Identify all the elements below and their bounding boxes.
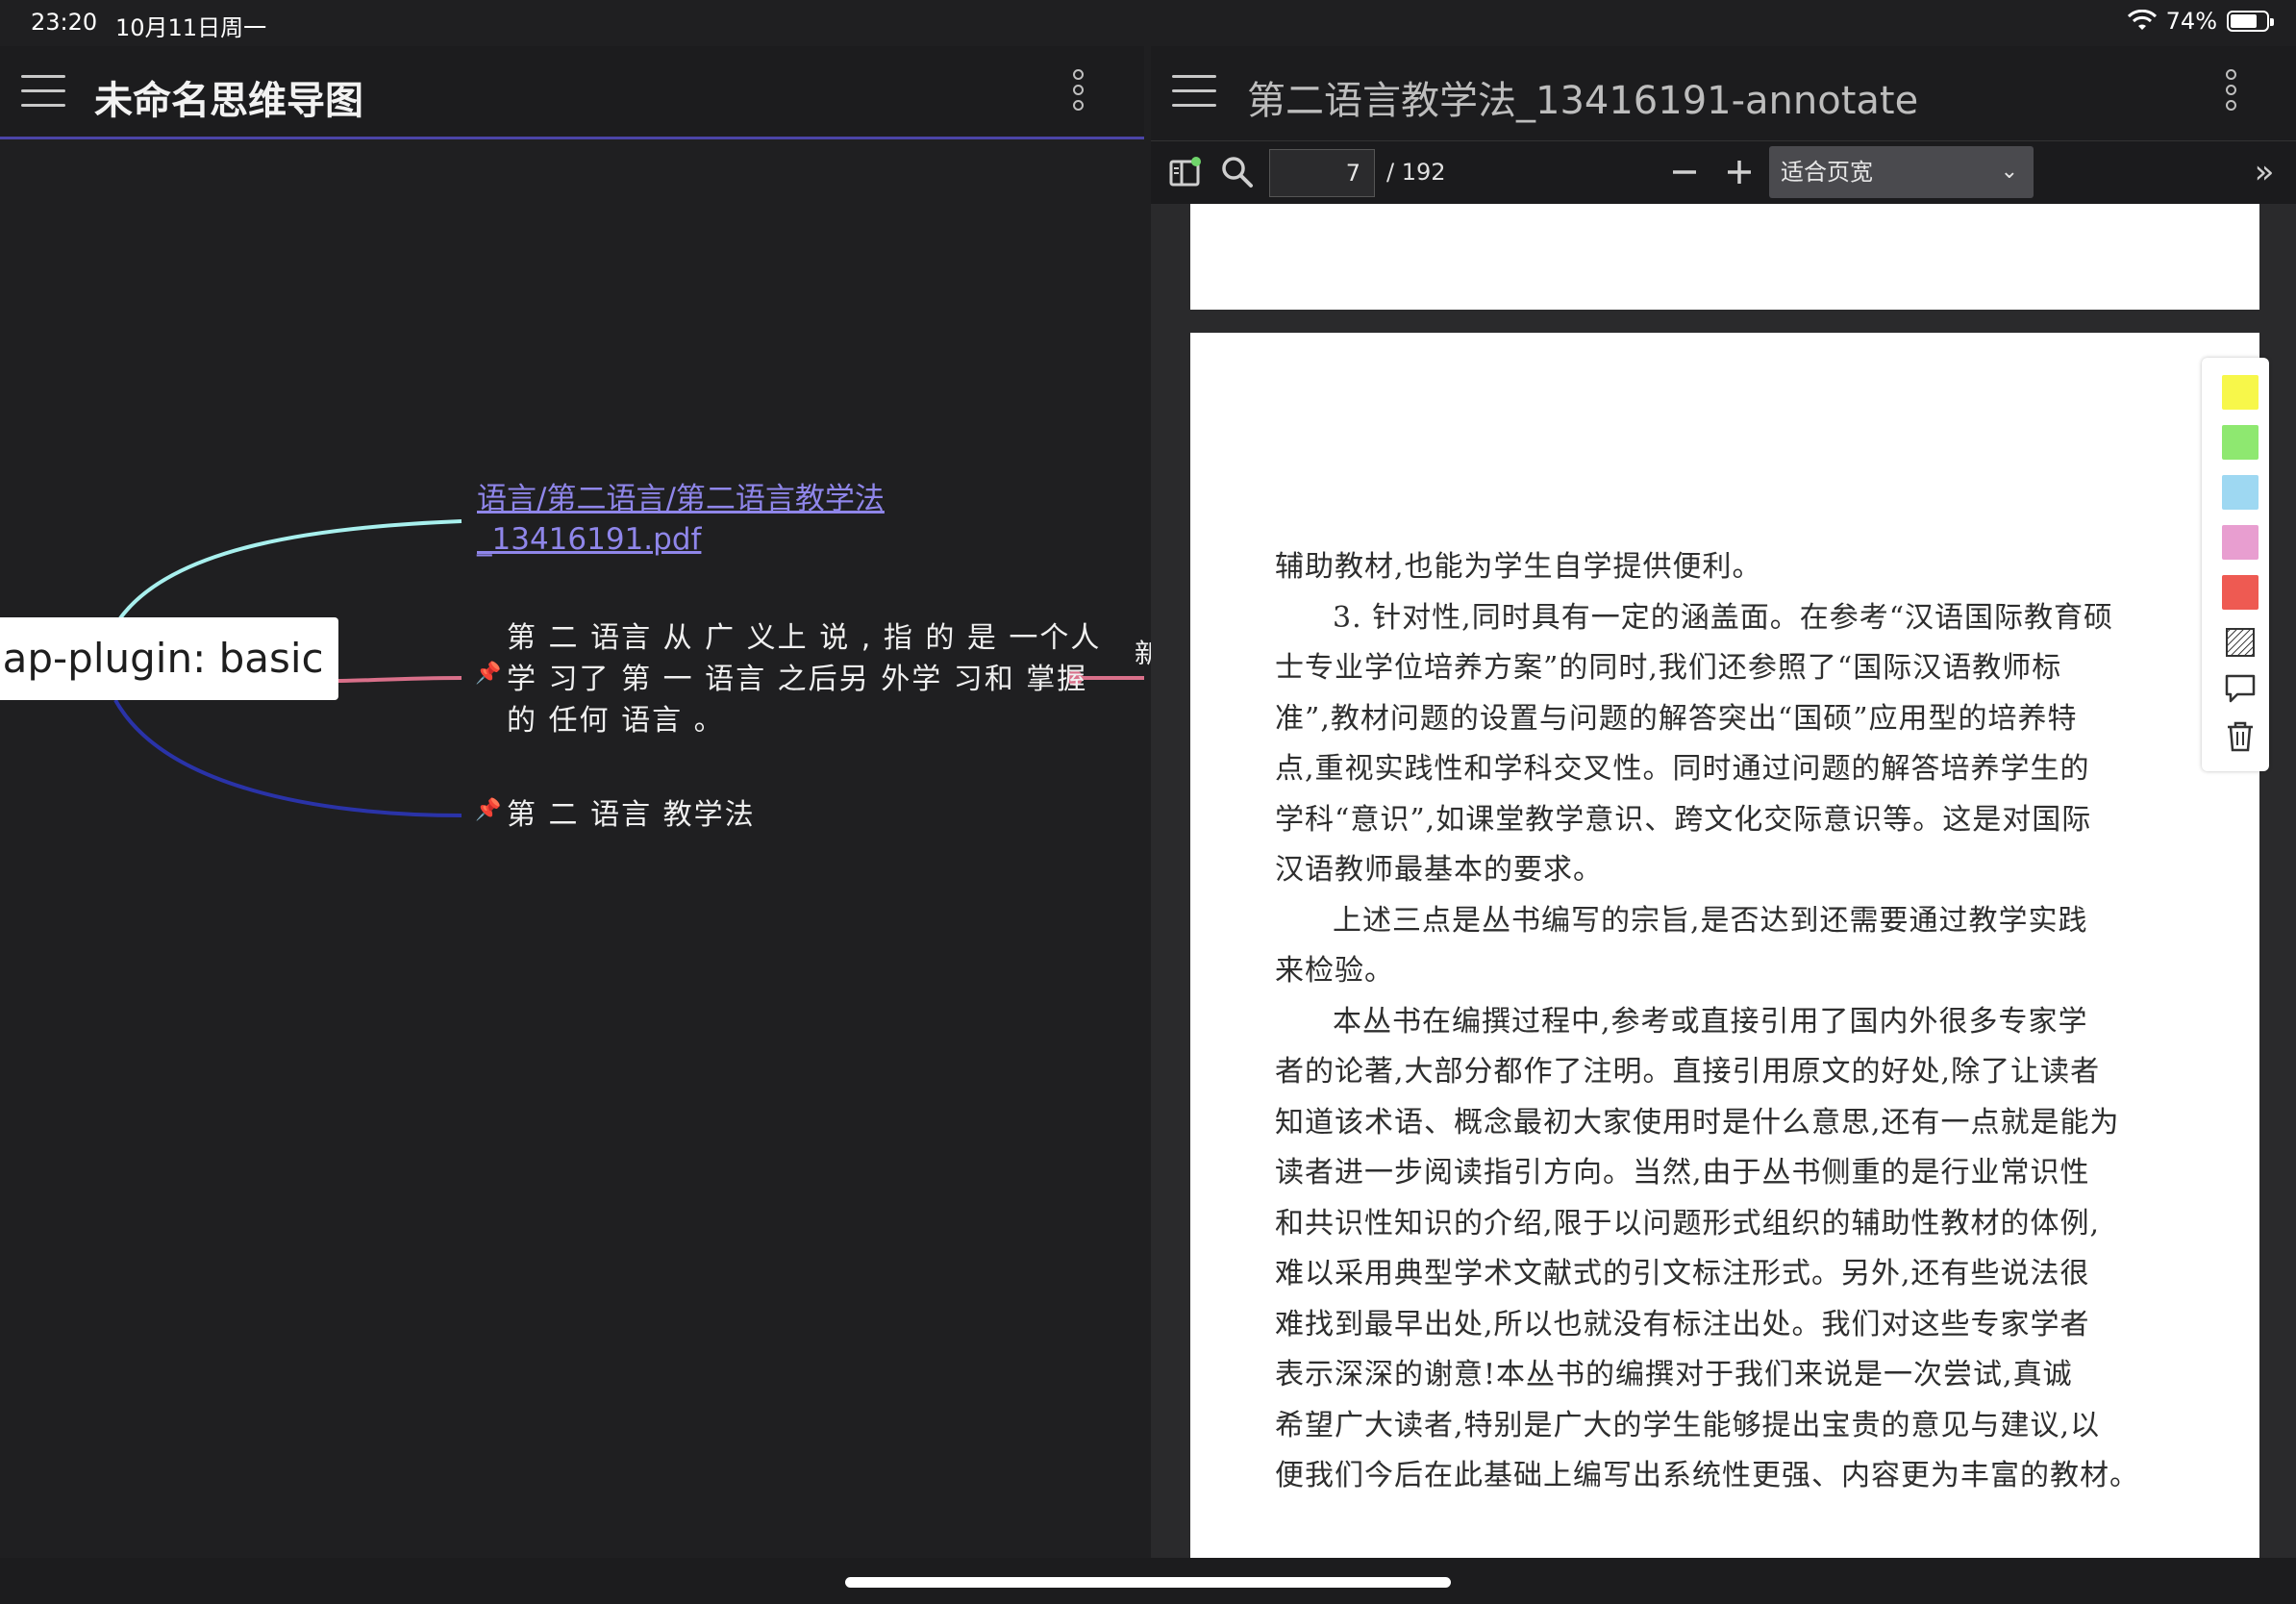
page-text-line: 辅助教材,也能为学生自学提供便利。 (1275, 550, 1762, 584)
pdf-page-text: 辅助教材,也能为学生自学提供便利。 3. 针对性,同时具有一定的涵盖面。在参考“汉… (1275, 542, 2139, 1502)
page-text-line: 难找到最早出处,所以也就没有标注出处。我们对这些专家学者 (1275, 1307, 2090, 1341)
battery-percent: 74% (2165, 8, 2217, 35)
page-text-line: 表示深深的谢意!本丛书的编撰对于我们来说是一次尝试,真诚 (1275, 1358, 2073, 1391)
page-text-line: 点,重视实践性和学科交叉性。同时通过问题的解答培养学生的 (1275, 752, 2090, 786)
double-chevron-right-icon[interactable]: » (2245, 151, 2284, 193)
wifi-icon (2127, 10, 2157, 30)
zoom-out-icon[interactable] (1665, 151, 1704, 193)
mindmap-header: 未命名思维导图 (0, 46, 1144, 139)
mindmap-pane: 未命名思维导图 nap-plugin: basic 语言/第二语言/第二语言教学… (0, 46, 1161, 1558)
link-node[interactable]: 语言/第二语言/第二语言教学法 _13416191.pdf (477, 479, 885, 560)
mindmap-title: 未命名思维导图 (94, 79, 363, 123)
edge-to-link-node (118, 519, 462, 620)
more-options-icon[interactable] (1071, 69, 1085, 115)
root-node[interactable]: nap-plugin: basic (0, 617, 338, 700)
trash-icon[interactable] (2222, 719, 2259, 754)
hamburger-menu-icon[interactable] (21, 75, 65, 108)
zoom-select-value: 适合页宽 (1781, 159, 1873, 186)
page-text-line: 士专业学位培养方案”的同时,我们还参照了“国际汉语教师标 (1275, 651, 2062, 685)
text-node-line3: 的 任何 语言 。 (507, 704, 725, 738)
highlight-green-swatch[interactable] (2222, 425, 2259, 460)
zoom-in-icon[interactable] (1720, 151, 1759, 193)
page-text-line: 难以采用典型学术文献式的引文标注形式。另外,还有些说法很 (1275, 1257, 2090, 1291)
battery-icon (2227, 11, 2274, 32)
hatch-icon[interactable] (2222, 625, 2259, 660)
pdf-viewer[interactable]: 辅助教材,也能为学生自学提供便利。 3. 针对性,同时具有一定的涵盖面。在参考“汉… (1151, 204, 2296, 1558)
more-options-icon[interactable] (2224, 69, 2237, 115)
page-text-line: 来检验。 (1275, 954, 1394, 988)
page-number-input[interactable] (1269, 149, 1375, 197)
status-right: 74% (2127, 8, 2274, 35)
home-indicator[interactable] (845, 1577, 1451, 1588)
highlight-yellow-swatch[interactable] (2222, 375, 2259, 410)
page-text-line: 3. 针对性,同时具有一定的涵盖面。在参考“汉语国际教育硕 (1333, 600, 2114, 635)
link-node-line2: _13416191.pdf (477, 522, 702, 557)
text-node-line1: 第 二 语言 从 广 义上 说 , 指 的 是 一个人 (507, 621, 1102, 655)
page-text-line: 和共识性知识的介绍,限于以问题形式组织的辅助性教材的体例, (1275, 1206, 2101, 1241)
status-time: 23:20 (31, 9, 98, 36)
page-text-line: 者的论著,大部分都作了注明。直接引用原文的好处,除了让读者 (1275, 1055, 2101, 1089)
page-total: / 192 (1386, 159, 1446, 186)
page-text-line: 汉语教师最基本的要求。 (1275, 853, 1603, 887)
zoom-select[interactable]: 适合页宽 ⌄ (1769, 146, 2034, 198)
pdf-title: 第二语言教学法_13416191-annotate (1247, 79, 1919, 123)
page-text-line: 便我们今后在此基础上编写出系统性更强、内容更为丰富的教材。 (1275, 1459, 2139, 1492)
page-text-line: 希望广大读者,特别是广大的学生能够提出宝贵的意见与建议,以 (1275, 1408, 2101, 1442)
pdf-toolbar: / 192 适合页宽 ⌄ » (1151, 140, 2296, 204)
edge-to-text-node (337, 676, 462, 683)
page-text-line: 学科“意识”,如课堂教学意识、跨文化交际意识等。这是对国际 (1275, 802, 2092, 837)
status-bar: 23:20 10月11日周一 74% (0, 0, 2296, 46)
highlight-red-swatch[interactable] (2222, 575, 2259, 610)
highlight-blue-swatch[interactable] (2222, 475, 2259, 510)
annotation-palette (2202, 358, 2269, 771)
pdf-page: 辅助教材,也能为学生自学提供便利。 3. 针对性,同时具有一定的涵盖面。在参考“汉… (1190, 333, 2259, 1558)
sidebar-toggle-icon[interactable] (1166, 151, 1205, 193)
status-date: 10月11日周一 (115, 14, 267, 41)
link-node-line1: 语言/第二语言/第二语言教学法 (477, 482, 885, 516)
search-icon[interactable] (1218, 151, 1257, 193)
highlight-pink-swatch[interactable] (2222, 525, 2259, 560)
text-node[interactable]: 第 二 语言 从 广 义上 说 , 指 的 是 一个人 学 习了 第 一 语言 … (507, 617, 1101, 741)
edge-to-text-node-2 (113, 699, 462, 817)
page-text-line: 上述三点是丛书编写的宗旨,是否达到还需要通过教学实践 (1333, 903, 2088, 938)
pdf-page-previous (1190, 204, 2259, 310)
text-node-line2: 学 习了 第 一 语言 之后另 外学 习和 掌握 (507, 663, 1088, 696)
hamburger-menu-icon[interactable] (1172, 75, 1216, 108)
page-text-line: 准”,教材问题的设置与问题的解答突出“国硕”应用型的培养特 (1275, 701, 2078, 736)
pdf-header: 第二语言教学法_13416191-annotate (1151, 46, 2296, 140)
text-node-2[interactable]: 第 二 语言 教学法 (507, 794, 756, 836)
pin-icon: 📌 (475, 662, 502, 686)
chevron-down-icon: ⌄ (2000, 160, 2018, 184)
pdf-pane: 第二语言教学法_13416191-annotate / 192 (1151, 46, 2296, 1558)
pin-icon: 📌 (475, 798, 502, 822)
page-text-line: 知道该术语、概念最初大家使用时是什么意思,还有一点就是能为 (1275, 1105, 2120, 1140)
comment-icon[interactable] (2222, 671, 2259, 706)
page-text-line: 读者进一步阅读指引方向。当然,由于丛书侧重的是行业常识性 (1275, 1156, 2090, 1190)
page-text-line: 本丛书在编撰过程中,参考或直接引用了国内外很多专家学 (1333, 1004, 2088, 1039)
